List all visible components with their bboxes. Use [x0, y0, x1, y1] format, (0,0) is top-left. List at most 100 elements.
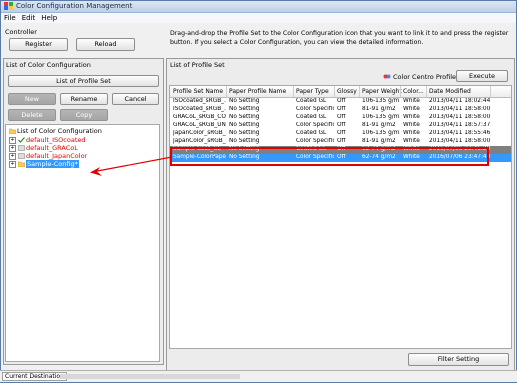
table-cell: 2013/04/11 18:02:44 — [429, 98, 491, 104]
table-cell: Off — [337, 138, 346, 144]
column-divider — [334, 86, 335, 97]
table-row[interactable]: ISOcoated_sRGB_... No Setting Coated GL Off… — [170, 98, 511, 106]
column-header[interactable]: Profile Set Name — [173, 88, 223, 95]
table-cell: Coated GL — [296, 130, 327, 136]
table-cell: Coated GL — [296, 114, 327, 120]
column-divider — [226, 86, 227, 97]
table-row[interactable]: JapanColor_sRGB_... No Setting Coated GL Of… — [170, 130, 511, 138]
table-cell: No Setting — [229, 130, 260, 136]
title-bar: Color Configuration Management — [1, 1, 516, 13]
table-cell: 2013/04/11 18:58:00 — [429, 114, 491, 120]
table-cell: ISOcoated_sRGB_... — [173, 98, 226, 104]
column-header[interactable]: Paper Weight — [362, 88, 402, 95]
table-cell: ISOcoated_sRGB_... — [173, 106, 226, 112]
table-cell: Color Specific — [296, 122, 334, 128]
column-header[interactable]: Date Modified — [429, 88, 471, 95]
table-cell: Color Specific — [296, 138, 334, 144]
column-header[interactable]: Paper Profile Name — [229, 88, 286, 95]
table-cell: GRACoL_sRGB_CO... — [173, 114, 226, 120]
column-divider — [359, 86, 360, 97]
table-cell: White — [403, 130, 420, 136]
table-cell: GRACoL_sRGB_UN... — [173, 122, 226, 128]
instruction-text: Drag-and-drop the Profile Set to the Col… — [170, 30, 509, 46]
tree-item[interactable]: + default_ISOcoated — [9, 136, 86, 144]
config-icon — [18, 145, 25, 151]
reload-button[interactable]: Reload — [76, 38, 135, 51]
tree-root[interactable]: List of Color Configuration — [9, 127, 102, 135]
rename-button[interactable]: Rename — [60, 93, 108, 105]
check-icon — [18, 137, 25, 143]
table-cell: Coated GL — [296, 98, 327, 104]
table-cell: 81-91 g/m2 — [362, 138, 396, 144]
table-cell: White — [403, 106, 420, 112]
column-header[interactable]: Color... — [403, 88, 424, 95]
column-header[interactable]: Glossy — [337, 88, 357, 95]
table-header: Profile Set Name Paper Profile Name Pape… — [170, 86, 511, 98]
table-cell: Off — [337, 114, 346, 120]
table-cell: 81-91 g/m2 — [362, 122, 396, 128]
table-cell: 2013/04/11 18:57:37 — [429, 122, 491, 128]
table-cell: Off — [337, 122, 346, 128]
table-cell: White — [403, 98, 420, 104]
table-cell: No Setting — [229, 106, 260, 112]
table-cell: No Setting — [229, 138, 260, 144]
table-cell: 81-91 g/m2 — [362, 106, 396, 112]
table-cell: No Setting — [229, 122, 260, 128]
table-cell: Off — [337, 130, 346, 136]
column-header[interactable]: Paper Type — [296, 88, 329, 95]
status-bar: Current Destination — [0, 370, 517, 382]
table-cell: No Setting — [229, 114, 260, 120]
color-config-title: List of Color Configuration — [6, 61, 91, 69]
drag-arrow — [90, 156, 173, 176]
menu-edit[interactable]: Edit — [19, 13, 39, 23]
menu-help[interactable]: Help — [38, 13, 60, 23]
table-cell: Off — [337, 106, 346, 112]
profile-set-title: List of Profile Set — [170, 61, 225, 69]
controller-label: Controller — [5, 28, 37, 36]
tree-item[interactable]: + default_JapanColor — [9, 152, 87, 160]
table-cell: Color Specific — [296, 106, 334, 112]
column-divider — [400, 86, 401, 97]
table-cell: JapanColor_sRGB_... — [173, 130, 226, 136]
register-button[interactable]: Register — [9, 38, 68, 51]
list-profile-set-button[interactable]: List of Profile Set — [8, 75, 159, 87]
tree-item[interactable]: + Sample-Config* — [9, 160, 79, 168]
copy-button[interactable]: Copy — [60, 109, 108, 121]
expand-icon[interactable]: + — [9, 144, 16, 152]
tree-item-label: default_ISOcoated — [26, 136, 86, 144]
tree-item-label: default_GRACoL — [26, 144, 78, 152]
config-icon — [18, 153, 25, 159]
tree-item[interactable]: + default_GRACoL — [9, 144, 78, 152]
execute-button[interactable]: Execute — [456, 70, 508, 82]
table-cell: No Setting — [229, 98, 260, 104]
expand-icon[interactable]: + — [9, 152, 16, 160]
table-cell: 2013/04/11 18:58:00 — [429, 106, 491, 112]
expand-icon[interactable]: + — [9, 136, 16, 144]
table-row[interactable]: ISOcoated_sRGB_... No Setting Color Specif… — [170, 106, 511, 114]
delete-button[interactable]: Delete — [8, 109, 56, 121]
new-button[interactable]: New — [8, 93, 56, 105]
expand-icon[interactable]: + — [9, 160, 16, 168]
table-cell: 106-135 g/m2 — [362, 98, 400, 104]
table-cell: White — [403, 114, 420, 120]
table-row[interactable]: GRACoL_sRGB_CO... No Setting Coated GL Off 1… — [170, 114, 511, 122]
current-destination-label: Current Destination — [2, 372, 67, 381]
cancel-button[interactable]: Cancel — [112, 93, 159, 105]
tree-root-label: List of Color Configuration — [17, 127, 102, 135]
menu-file[interactable]: File — [1, 13, 19, 23]
profiler-label: Color Centro Profiler : — [393, 73, 463, 81]
profiler-icon — [383, 74, 391, 79]
filter-setting-button[interactable]: Filter Setting — [408, 353, 509, 366]
column-divider — [293, 86, 294, 97]
profile-set-table[interactable]: Profile Set Name Paper Profile Name Pape… — [169, 85, 512, 349]
table-cell: Off — [337, 98, 346, 104]
table-cell: JapanColor_sRGB_... — [173, 138, 226, 144]
table-row[interactable]: GRACoL_sRGB_UN... No Setting Color Specifi… — [170, 122, 511, 130]
table-cell: White — [403, 138, 420, 144]
column-divider — [490, 86, 491, 97]
folder-icon — [9, 128, 16, 134]
table-cell: 106-135 g/m2 — [362, 130, 400, 136]
table-cell: White — [403, 122, 420, 128]
table-row[interactable]: JapanColor_sRGB_... No Setting Color Speci… — [170, 138, 511, 146]
current-destination-value — [60, 374, 240, 379]
